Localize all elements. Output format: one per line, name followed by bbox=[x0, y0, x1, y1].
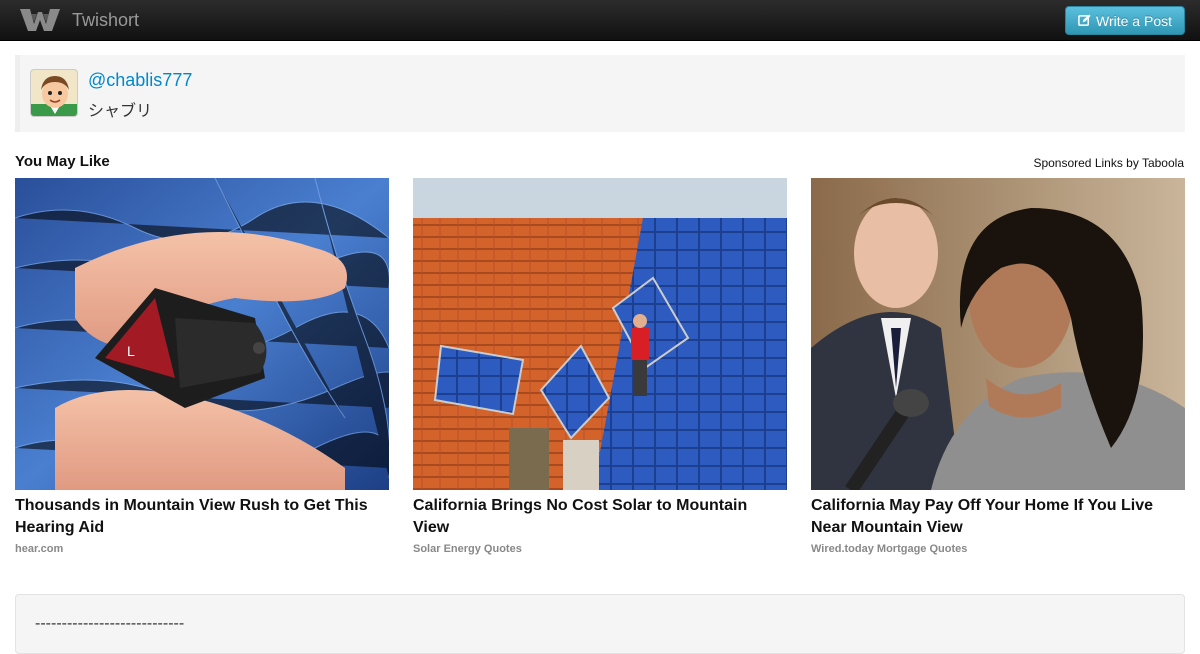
brand-name: Twishort bbox=[72, 9, 140, 30]
author-username-link[interactable]: @chablis777 bbox=[88, 70, 192, 91]
write-post-label: Write a Post bbox=[1096, 12, 1172, 29]
post-divider-text: ---------------------------- bbox=[35, 615, 185, 632]
solar-roof-image bbox=[413, 178, 787, 490]
write-post-button[interactable]: Write a Post bbox=[1065, 6, 1185, 35]
card-source: hear.com bbox=[15, 543, 64, 555]
recommendation-card[interactable]: California Brings No Cost Solar to Mount… bbox=[413, 178, 787, 555]
card-title[interactable]: Thousands in Mountain View Rush to Get T… bbox=[15, 495, 389, 539]
svg-text:L: L bbox=[127, 343, 135, 359]
author-card: @chablis777 シャブリ bbox=[15, 55, 1185, 132]
avatar-image bbox=[31, 70, 77, 116]
avatar[interactable] bbox=[30, 69, 78, 117]
top-navbar: Twishort Write a Post bbox=[0, 0, 1200, 41]
brand-link[interactable]: Twishort bbox=[18, 5, 139, 35]
twishort-logo-icon bbox=[20, 9, 60, 31]
card-thumbnail[interactable] bbox=[413, 178, 787, 490]
hearing-aid-image: L bbox=[15, 178, 389, 490]
edit-icon bbox=[1078, 14, 1091, 26]
press-conference-image bbox=[811, 178, 1185, 490]
card-thumbnail[interactable] bbox=[811, 178, 1185, 490]
recommendation-card[interactable]: L Thousands in Mountain View Rush to Get… bbox=[15, 178, 389, 555]
card-title[interactable]: California May Pay Off Your Home If You … bbox=[811, 495, 1185, 539]
author-display-name: シャブリ bbox=[88, 103, 153, 120]
card-source: Wired.today Mortgage Quotes bbox=[811, 543, 968, 555]
card-thumbnail[interactable]: L bbox=[15, 178, 389, 490]
section-title: You May Like bbox=[15, 153, 110, 170]
card-source: Solar Energy Quotes bbox=[413, 543, 522, 555]
card-title[interactable]: California Brings No Cost Solar to Mount… bbox=[413, 495, 787, 539]
sponsored-links-label[interactable]: Sponsored Links by Taboola bbox=[1033, 156, 1184, 170]
post-content-box: ---------------------------- bbox=[15, 594, 1185, 654]
recommendation-card[interactable]: California May Pay Off Your Home If You … bbox=[811, 178, 1185, 555]
